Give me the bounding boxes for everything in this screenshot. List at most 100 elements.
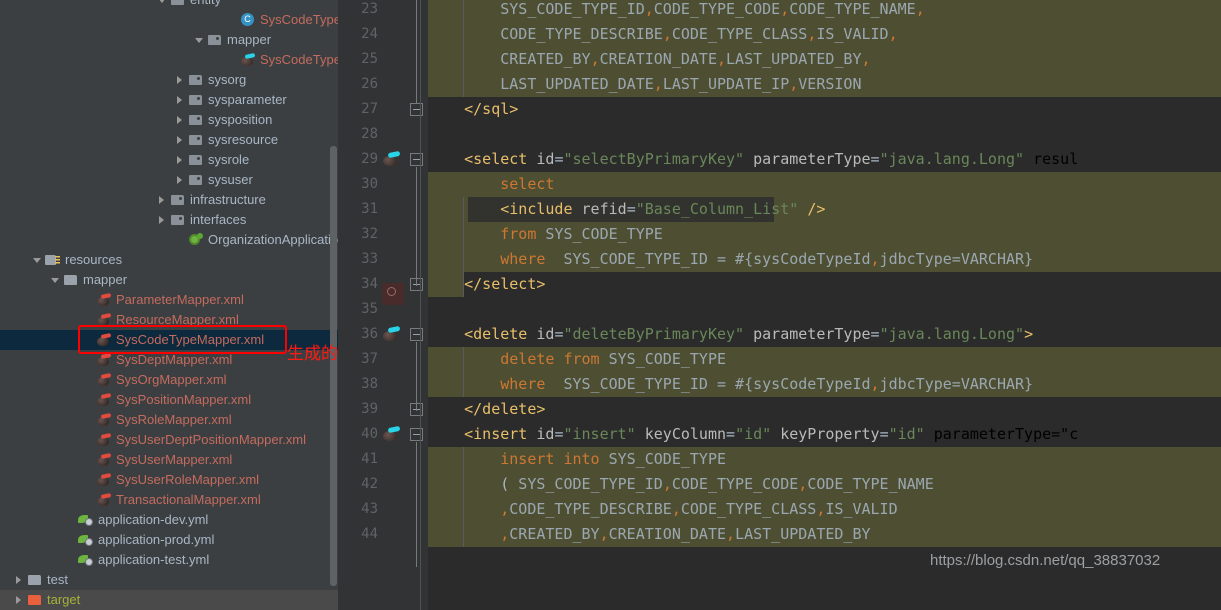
tree-item-syscodetypema[interactable]: SysCodeTypeMa [0,50,338,70]
bookmark-marker-icon[interactable] [382,283,404,305]
code-line[interactable]: insert into SYS_CODE_TYPE [428,447,1221,472]
tree-item-interfaces[interactable]: interfaces [0,210,338,230]
code-line[interactable]: delete from SYS_CODE_TYPE [428,347,1221,372]
tree-item-sysrolemapper-xml[interactable]: SysRoleMapper.xml [0,410,338,430]
tree-item-label: sysrole [208,152,250,167]
code-line[interactable]: </sql> [428,97,1221,122]
chevron-down-icon[interactable] [158,0,167,5]
tree-item-label: SysCodeTypeMapper.xml [116,332,265,347]
mybatis-icon [382,425,400,443]
line-number: 28 [361,126,378,142]
mybatis-gutter-icon[interactable] [382,150,400,168]
package-folder-icon [170,192,186,208]
fold-toggle-icon[interactable] [410,153,423,166]
tree-item-sysuser[interactable]: sysuser [0,170,338,190]
fold-toggle-icon[interactable] [410,103,423,116]
tree-item-sysposition[interactable]: sysposition [0,110,338,130]
code-line[interactable]: <insert id="insert" keyColumn="id" keyPr… [428,422,1221,447]
tree-no-arrow [84,396,93,405]
code-line[interactable]: </select> [428,272,1221,297]
tree-item-sysrole[interactable]: sysrole [0,150,338,170]
line-number: 38 [361,376,378,392]
chevron-right-icon[interactable] [158,195,167,205]
editor-gutter[interactable]: 23 24 25 26 27 28 29 30 31 32 33 34 35 36 37 38 39 40 41 42… [338,0,428,610]
project-tree-panel[interactable]: entity SysCodeType mapper SysCodeTypeMa syso… [0,0,338,610]
chevron-right-icon[interactable] [176,175,185,185]
code-line[interactable]: from SYS_CODE_TYPE [428,222,1221,247]
class-icon [240,12,256,28]
tree-item-organizationapplication[interactable]: OrganizationApplication [0,230,338,250]
code-line[interactable]: ( SYS_CODE_TYPE_ID,CODE_TYPE_CODE,CODE_T… [428,472,1221,497]
code-line[interactable]: CODE_TYPE_DESCRIBE,CODE_TYPE_CLASS,IS_VA… [428,22,1221,47]
tree-no-arrow [228,56,237,65]
code-line[interactable]: select [428,172,1221,197]
chevron-right-icon[interactable] [176,95,185,105]
tree-item-syscodetype[interactable]: SysCodeType [0,10,338,30]
code-line[interactable]: <delete id="deleteByPrimaryKey" paramete… [428,322,1221,347]
code-line[interactable]: where SYS_CODE_TYPE_ID = #{sysCodeTypeId… [428,247,1221,272]
chevron-right-icon[interactable] [15,575,24,585]
tree-item-label: sysparameter [208,92,287,107]
fold-toggle-icon[interactable] [410,428,423,441]
code-line[interactable]: ,CREATED_BY,CREATION_DATE,LAST_UPDATED_B… [428,522,1221,547]
chevron-right-icon[interactable] [176,115,185,125]
tree-item-parametermapper-xml[interactable]: ParameterMapper.xml [0,290,338,310]
tree-item-application-dev-yml[interactable]: application-dev.yml [0,510,338,530]
line-number: 42 [361,476,378,492]
code-line[interactable]: SYS_CODE_TYPE_ID,CODE_TYPE_CODE,CODE_TYP… [428,0,1221,22]
code-line[interactable] [428,297,1221,322]
tree-item-test[interactable]: test [0,570,338,590]
line-number: 44 [361,526,378,542]
chevron-down-icon[interactable] [195,36,204,45]
mybatis-gutter-icon[interactable] [382,325,400,343]
yml-icon [78,552,94,568]
tree-item-sysusermapper-xml[interactable]: SysUserMapper.xml [0,450,338,470]
mybatis-gutter-icon[interactable] [382,425,400,443]
tree-item-label: interfaces [190,212,247,227]
chevron-right-icon[interactable] [15,595,24,605]
chevron-down-icon[interactable] [33,256,42,265]
tree-item-target[interactable]: target [0,590,338,610]
tree-item-syspositionmapper-xml[interactable]: SysPositionMapper.xml [0,390,338,410]
tree-item-sysresource[interactable]: sysresource [0,130,338,150]
tree-item-label: ResourceMapper.xml [116,312,239,327]
fold-toggle-icon[interactable] [410,328,423,341]
code-editor[interactable]: 23 24 25 26 27 28 29 30 31 32 33 34 35 36 37 38 39 40 41 42… [338,0,1221,610]
code-line[interactable]: LAST_UPDATED_DATE,LAST_UPDATE_IP,VERSION [428,72,1221,97]
chevron-down-icon[interactable] [51,276,60,285]
tree-item-sysorgmapper-xml[interactable]: SysOrgMapper.xml [0,370,338,390]
tree-item-sysuserdeptpositionmapper-xml[interactable]: SysUserDeptPositionMapper.xml [0,430,338,450]
code-line[interactable]: <include refid="Base_Column_List" /> [428,197,1221,222]
tree-item-mapper[interactable]: mapper [0,30,338,50]
chevron-right-icon[interactable] [176,155,185,165]
code-line[interactable]: ,CODE_TYPE_DESCRIBE,CODE_TYPE_CLASS,IS_V… [428,497,1221,522]
code-area[interactable]: SYS_CODE_TYPE_ID,CODE_TYPE_CODE,CODE_TYP… [428,0,1221,610]
code-line[interactable] [428,122,1221,147]
yml-icon [78,512,94,528]
tree-item-sysuserrolemapper-xml[interactable]: SysUserRoleMapper.xml [0,470,338,490]
tree-item-label: mapper [227,32,272,47]
folder-icon [27,572,43,588]
code-line[interactable]: </delete> [428,397,1221,422]
project-tree-scrollbar[interactable] [330,146,337,586]
chevron-right-icon[interactable] [176,75,185,85]
code-line[interactable]: CREATED_BY,CREATION_DATE,LAST_UPDATED_BY… [428,47,1221,72]
tree-item-transactionalmapper-xml[interactable]: TransactionalMapper.xml [0,490,338,510]
tree-item-application-prod-yml[interactable]: application-prod.yml [0,530,338,550]
chevron-right-icon[interactable] [176,135,185,145]
tree-item-mapper[interactable]: mapper [0,270,338,290]
tree-item-application-test-yml[interactable]: application-test.yml [0,550,338,570]
tree-item-entity[interactable]: entity [0,0,338,10]
tree-item-label: application-dev.yml [98,512,209,527]
tree-item-sysorg[interactable]: sysorg [0,70,338,90]
spring-boot-icon [188,232,204,248]
code-line[interactable]: where SYS_CODE_TYPE_ID = #{sysCodeTypeId… [428,372,1221,397]
line-number: 36 [361,326,378,342]
code-line[interactable]: <select id="selectByPrimaryKey" paramete… [428,147,1221,172]
tree-item-sysparameter[interactable]: sysparameter [0,90,338,110]
tree-no-arrow [84,356,93,365]
tree-item-resourcemapper-xml[interactable]: ResourceMapper.xml [0,310,338,330]
tree-item-infrastructure[interactable]: infrastructure [0,190,338,210]
tree-item-resources[interactable]: resources [0,250,338,270]
chevron-right-icon[interactable] [158,215,167,225]
